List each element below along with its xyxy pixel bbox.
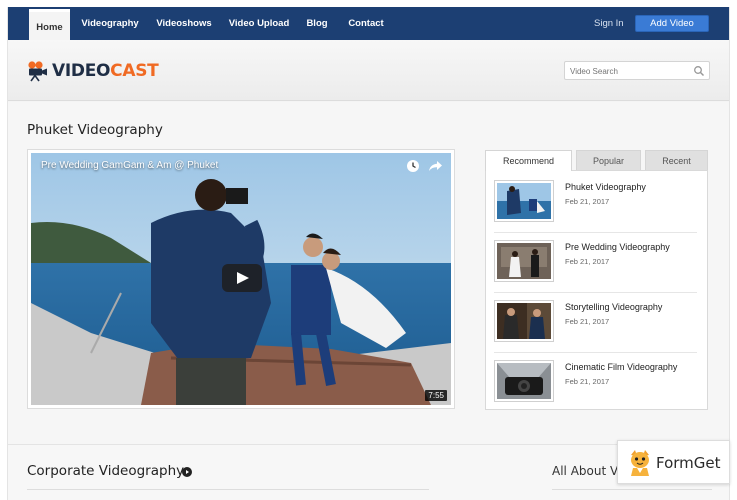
tab-panel-recommend: Phuket Videography Feb 21, 2017 Pre Wedd… xyxy=(485,170,708,410)
video-title: Pre Wedding GamGam & Am @ Phuket xyxy=(41,160,219,171)
list-item[interactable]: Phuket Videography Feb 21, 2017 xyxy=(494,180,697,230)
divider xyxy=(494,352,697,353)
tab-recent[interactable]: Recent xyxy=(645,150,708,170)
share-icon[interactable] xyxy=(428,159,443,173)
sign-in-link[interactable]: Sign In xyxy=(594,7,624,40)
logo-text-video: VIDEO xyxy=(52,61,111,81)
nav-item-video-upload[interactable]: Video Upload xyxy=(224,7,294,40)
page: Home Videography Videoshows Video Upload… xyxy=(7,7,730,500)
video-item-date: Feb 21, 2017 xyxy=(565,197,610,206)
nav-item-videography[interactable]: Videography xyxy=(77,7,143,40)
play-button[interactable] xyxy=(222,264,262,292)
nav-item-home[interactable]: Home xyxy=(29,9,70,40)
search-box xyxy=(564,61,710,80)
video-item-title[interactable]: Storytelling Videography xyxy=(565,302,662,312)
nav-item-videoshows[interactable]: Videoshows xyxy=(151,7,217,40)
video-item-date: Feb 21, 2017 xyxy=(565,377,610,386)
list-item[interactable]: Storytelling Videography Feb 21, 2017 xyxy=(494,300,697,350)
main-content: Phuket Videography Pre Wedding GamGam & … xyxy=(8,102,729,444)
video-item-date: Feb 21, 2017 xyxy=(565,317,610,326)
video-thumb xyxy=(494,240,554,282)
clock-icon[interactable] xyxy=(406,159,420,173)
divider xyxy=(552,489,712,490)
list-item[interactable]: Pre Wedding Videography Feb 21, 2017 xyxy=(494,240,697,290)
formget-badge[interactable]: FormGet xyxy=(617,440,730,484)
site-logo[interactable]: VIDEOCAST xyxy=(27,58,159,84)
section-title-corporate[interactable]: Corporate Videography xyxy=(27,463,184,479)
formget-mascot-icon xyxy=(631,450,649,476)
add-video-button[interactable]: Add Video xyxy=(635,15,709,32)
video-item-title[interactable]: Phuket Videography xyxy=(565,182,646,192)
video-duration: 7:55 xyxy=(425,390,447,401)
video-item-title[interactable]: Pre Wedding Videography xyxy=(565,242,670,252)
chevron-right-icon[interactable] xyxy=(182,467,192,477)
nav-item-blog[interactable]: Blog xyxy=(301,7,333,40)
tab-popular[interactable]: Popular xyxy=(576,150,641,170)
video-camera-icon xyxy=(28,61,47,82)
divider xyxy=(494,232,697,233)
logo-text-cast: CAST xyxy=(110,61,159,81)
video-item-title[interactable]: Cinematic Film Videography xyxy=(565,362,677,372)
site-header: VIDEOCAST xyxy=(8,40,729,101)
search-input[interactable] xyxy=(570,64,692,78)
play-icon xyxy=(237,272,249,284)
video-player[interactable]: Pre Wedding GamGam & Am @ Phuket 7:55 xyxy=(28,150,454,408)
video-thumb xyxy=(494,180,554,222)
video-sidebar: Recommend Popular Recent Phuket Videogra… xyxy=(485,150,708,412)
list-item[interactable]: Cinematic Film Videography Feb 21, 2017 xyxy=(494,360,697,410)
tab-recommend[interactable]: Recommend xyxy=(485,150,572,171)
divider xyxy=(494,292,697,293)
formget-text: FormGet xyxy=(656,454,721,472)
video-item-date: Feb 21, 2017 xyxy=(565,257,610,266)
search-icon[interactable] xyxy=(693,65,705,77)
video-thumb xyxy=(494,300,554,342)
top-navbar: Home Videography Videoshows Video Upload… xyxy=(8,7,729,40)
divider xyxy=(27,489,429,490)
video-thumb xyxy=(494,360,554,402)
page-title: Phuket Videography xyxy=(27,122,163,138)
nav-item-contact[interactable]: Contact xyxy=(343,7,389,40)
